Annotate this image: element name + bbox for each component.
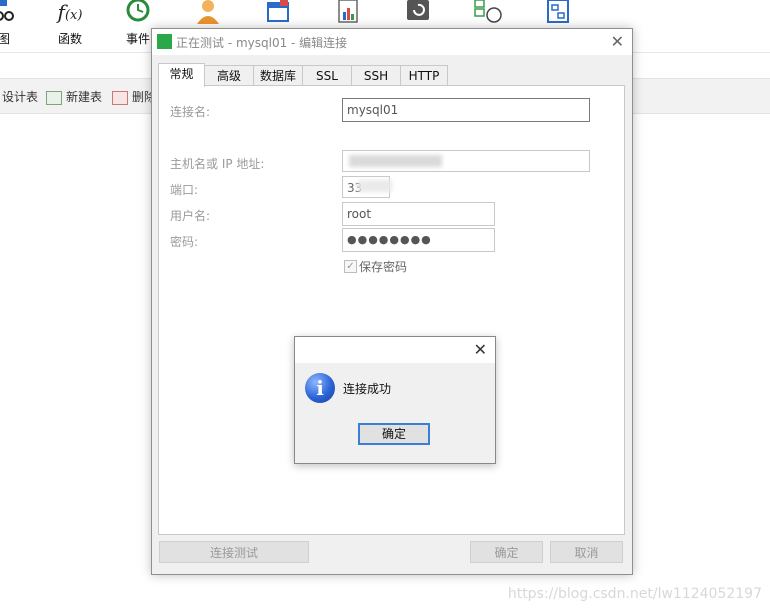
- user-icon: [197, 0, 219, 24]
- host-label: 主机名或 IP 地址:: [170, 157, 265, 171]
- save-password-label: 保存密码: [359, 260, 408, 274]
- save-password-checkbox[interactable]: ✓: [344, 260, 357, 273]
- redacted-port: [358, 180, 392, 192]
- function-icon: f(x): [57, 0, 83, 24]
- connection-name-label: 连接名:: [170, 105, 211, 119]
- report-icon: [338, 0, 358, 23]
- info-icon: i: [305, 373, 335, 403]
- table-calendar-icon: [267, 0, 289, 22]
- message-ok-button[interactable]: 确定: [358, 423, 430, 445]
- new-table-button[interactable]: 新建表: [46, 88, 102, 105]
- message-text: 连接成功: [343, 382, 392, 396]
- port-label: 端口:: [170, 183, 199, 197]
- tab-database[interactable]: 数据库: [253, 65, 303, 86]
- dialog-close-icon[interactable]: ✕: [611, 32, 624, 51]
- test-connection-button[interactable]: 连接测试: [159, 541, 309, 563]
- username-label: 用户名:: [170, 209, 211, 223]
- view-icon: [0, 0, 14, 21]
- delete-table-button[interactable]: 删除: [112, 88, 156, 105]
- edit-connection-dialog: 正在测试 - mysql01 - 编辑连接 ✕ 常规 高级 数据库 SSL SS…: [151, 28, 633, 575]
- delete-table-icon: [112, 90, 128, 105]
- backup-icon: [407, 0, 429, 20]
- tab-advanced[interactable]: 高级: [204, 65, 254, 86]
- tab-http[interactable]: HTTP: [400, 65, 448, 86]
- message-box-close-icon[interactable]: ✕: [474, 340, 487, 359]
- toolbar-function-label: 函数: [57, 32, 82, 46]
- toolbar-function[interactable]: f(x) 函数: [40, 0, 100, 52]
- event-clock-icon: [126, 0, 150, 22]
- toolbar-view[interactable]: 图: [0, 0, 38, 52]
- general-panel: 连接名: mysql01 主机名或 IP 地址: 端口: 33 用户名: roo…: [158, 85, 625, 535]
- connection-name-input[interactable]: mysql01: [342, 98, 590, 122]
- watermark: https://blog.csdn.net/lw1124052197: [507, 586, 762, 602]
- tab-general[interactable]: 常规: [158, 63, 205, 87]
- username-input[interactable]: root: [342, 202, 495, 226]
- dialog-title-bar: 正在测试 - mysql01 - 编辑连接 ✕: [152, 29, 632, 55]
- password-input[interactable]: ●●●●●●●●: [342, 228, 495, 252]
- connection-success-message-box: ✕ i 连接成功 确定: [294, 336, 496, 464]
- schedule-icon: [474, 0, 502, 23]
- navicat-logo-icon: [157, 34, 172, 49]
- cancel-button[interactable]: 取消: [550, 541, 623, 563]
- password-label: 密码:: [170, 235, 199, 249]
- design-table-button[interactable]: 设计表: [2, 88, 38, 105]
- new-table-label: 新建表: [66, 90, 103, 104]
- new-table-icon: [46, 90, 62, 105]
- redacted-host: [349, 155, 442, 167]
- design-table-label: 设计表: [2, 90, 39, 104]
- message-box-title-bar: ✕: [295, 337, 495, 363]
- tab-ssh[interactable]: SSH: [351, 65, 401, 86]
- tab-ssl[interactable]: SSL: [302, 65, 352, 86]
- ok-button[interactable]: 确定: [470, 541, 543, 563]
- model-icon: [547, 0, 569, 23]
- dialog-title: 正在测试 - mysql01 - 编辑连接: [176, 36, 348, 50]
- toolbar-view-label: 图: [0, 32, 11, 46]
